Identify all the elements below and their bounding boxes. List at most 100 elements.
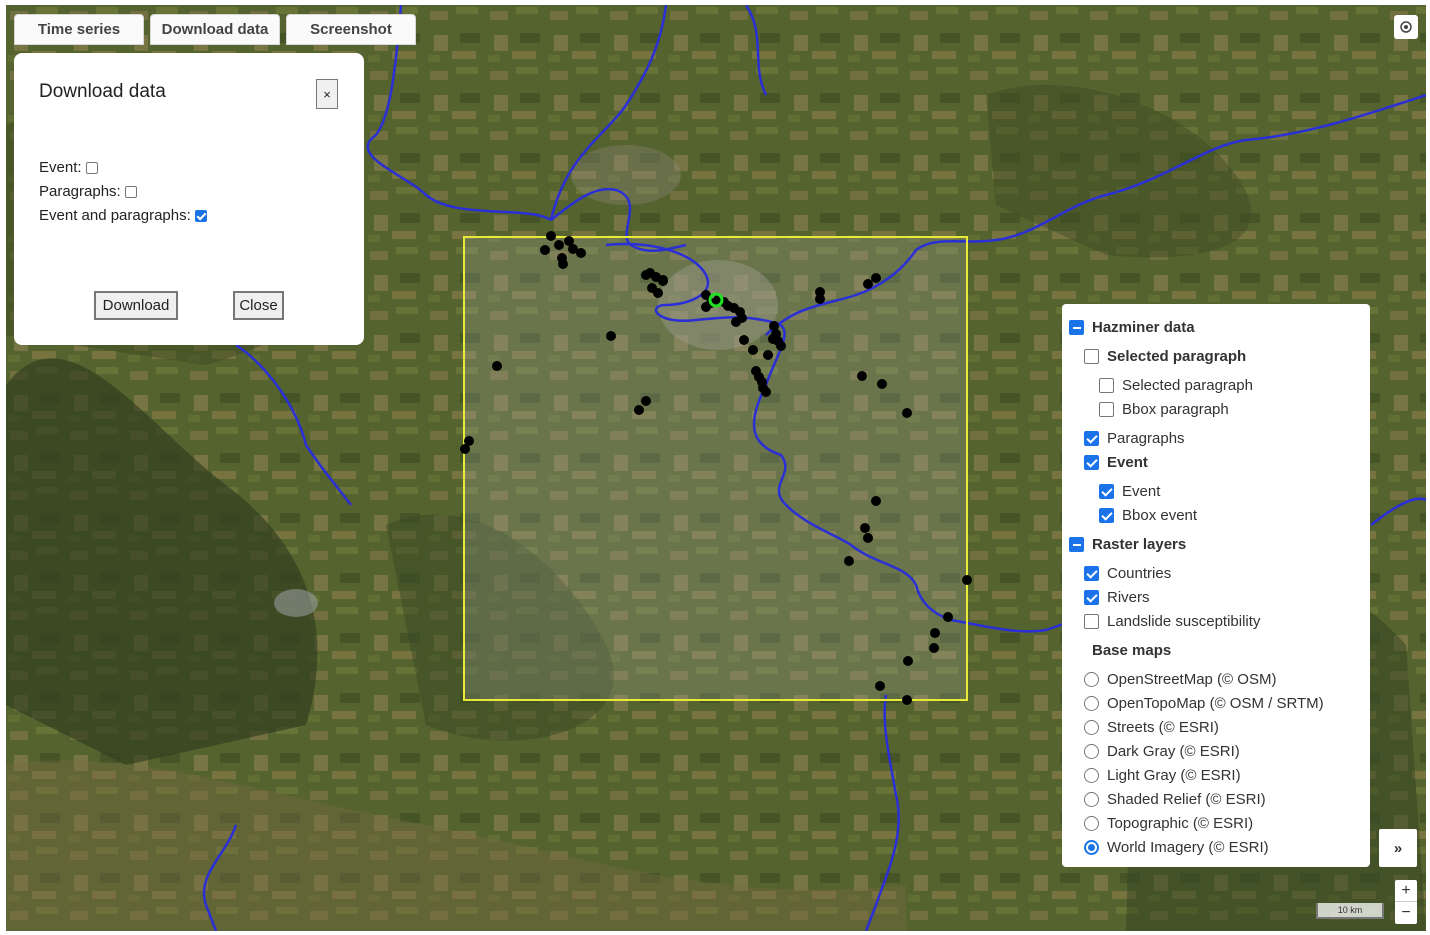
layer-bbox-paragraph[interactable]: Bbox paragraph [1099,401,1229,418]
event-point[interactable] [863,533,873,543]
event-and-paragraphs-option[interactable]: Event and paragraphs: [39,207,207,224]
event-point[interactable] [902,695,912,705]
layer-label: Selected paragraph [1122,377,1253,394]
basemap-topographic[interactable]: Topographic (© ESRI) [1084,815,1253,832]
event-option[interactable]: Event: [39,159,98,176]
event-point[interactable] [748,345,758,355]
event-point[interactable] [606,331,616,341]
event-point[interactable] [844,556,854,566]
event-point[interactable] [815,294,825,304]
layer-selected-paragraph-group[interactable]: Selected paragraph [1084,348,1246,365]
basemap-dark-gray[interactable]: Dark Gray (© ESRI) [1084,743,1240,760]
event-point[interactable] [776,341,786,351]
event-point[interactable] [768,334,778,344]
download-data-panel: Download data × Event: Paragraphs: Event… [14,53,364,345]
time-series-button[interactable]: Time series [14,14,144,45]
event-point[interactable] [871,273,881,283]
event-checkbox[interactable] [85,161,98,174]
basemap-openstreetmap[interactable]: OpenStreetMap (© OSM) [1084,671,1276,688]
layer-paragraphs[interactable]: Paragraphs [1084,430,1185,447]
basemap-streets[interactable]: Streets (© ESRI) [1084,719,1219,736]
event-point[interactable] [875,681,885,691]
screenshot-button[interactable]: Screenshot [286,14,416,45]
event-point[interactable] [962,575,972,585]
layer-checkbox[interactable] [1099,402,1114,417]
basemap-radio[interactable] [1084,720,1099,735]
event-point[interactable] [731,317,741,327]
layer-checkbox[interactable] [1084,349,1099,364]
event-point[interactable] [739,335,749,345]
event-point[interactable] [871,496,881,506]
basemap-radio[interactable] [1084,768,1099,783]
event-point[interactable] [641,396,651,406]
layer-checkbox[interactable] [1084,455,1099,470]
event-point[interactable] [877,379,887,389]
layer-selected-paragraph[interactable]: Selected paragraph [1099,377,1253,394]
basemap-radio[interactable] [1084,672,1099,687]
layer-checkbox[interactable] [1084,614,1099,629]
layer-checkbox[interactable] [1099,484,1114,499]
layer-landslide-susceptibility[interactable]: Landslide susceptibility [1084,613,1260,630]
layer-checkbox[interactable] [1099,378,1114,393]
basemap-light-gray[interactable]: Light Gray (© ESRI) [1084,767,1241,784]
event-point[interactable] [634,405,644,415]
event-point[interactable] [761,387,771,397]
layer-group-raster[interactable]: Raster layers [1069,536,1186,553]
event-point[interactable] [460,444,470,454]
event-point[interactable] [863,279,873,289]
event-point[interactable] [903,656,913,666]
expand-panel-button[interactable]: » [1379,829,1417,867]
collapse-icon[interactable] [1069,537,1084,552]
locate-icon[interactable] [1394,15,1418,39]
event-and-paragraphs-checkbox[interactable] [194,209,207,222]
event-point[interactable] [653,288,663,298]
basemap-radio[interactable] [1084,696,1099,711]
base-maps-label: Base maps [1092,642,1172,659]
layer-label: Bbox event [1122,507,1198,524]
basemap-radio[interactable] [1084,816,1099,831]
collapse-icon[interactable] [1069,320,1084,335]
basemap-radio[interactable] [1084,744,1099,759]
event-point[interactable] [943,612,953,622]
layer-countries[interactable]: Countries [1084,565,1171,582]
event-point[interactable] [902,408,912,418]
layer-event-group[interactable]: Event [1084,454,1148,471]
layer-checkbox[interactable] [1084,566,1099,581]
paragraphs-option-label: Paragraphs: [39,183,121,200]
paragraphs-option[interactable]: Paragraphs: [39,183,137,200]
event-point[interactable] [554,240,564,250]
event-point[interactable] [857,371,867,381]
event-point[interactable] [540,245,550,255]
download-data-button[interactable]: Download data [150,14,280,45]
event-point[interactable] [929,643,939,653]
layer-bbox-event[interactable]: Bbox event [1099,507,1197,524]
zoom-in-button[interactable]: + [1395,880,1417,902]
event-point[interactable] [860,523,870,533]
layer-checkbox[interactable] [1084,590,1099,605]
download-button[interactable]: Download [94,291,178,320]
zoom-out-button[interactable]: − [1395,902,1417,924]
event-point[interactable] [492,361,502,371]
layer-event[interactable]: Event [1099,483,1160,500]
layer-rivers[interactable]: Rivers [1084,589,1150,606]
basemap-radio[interactable] [1084,792,1099,807]
event-point[interactable] [930,628,940,638]
event-point[interactable] [576,248,586,258]
layers-panel: Hazminer data Selected paragraph Selecte… [1062,304,1370,867]
close-button[interactable]: Close [233,291,284,320]
close-icon[interactable]: × [316,79,338,109]
event-point[interactable] [763,350,773,360]
event-point[interactable] [546,231,556,241]
paragraphs-checkbox[interactable] [124,185,137,198]
basemap-radio[interactable] [1084,840,1099,855]
event-point[interactable] [658,275,668,285]
layer-label: Rivers [1107,589,1150,606]
basemap-world-imagery[interactable]: World Imagery (© ESRI) [1084,839,1269,856]
basemap-shaded-relief[interactable]: Shaded Relief (© ESRI) [1084,791,1266,808]
basemap-opentopomap[interactable]: OpenTopoMap (© OSM / SRTM) [1084,695,1324,712]
layer-checkbox[interactable] [1084,431,1099,446]
layer-group-hazminer[interactable]: Hazminer data [1069,319,1195,336]
event-point[interactable] [641,270,651,280]
layer-checkbox[interactable] [1099,508,1114,523]
event-point[interactable] [558,259,568,269]
